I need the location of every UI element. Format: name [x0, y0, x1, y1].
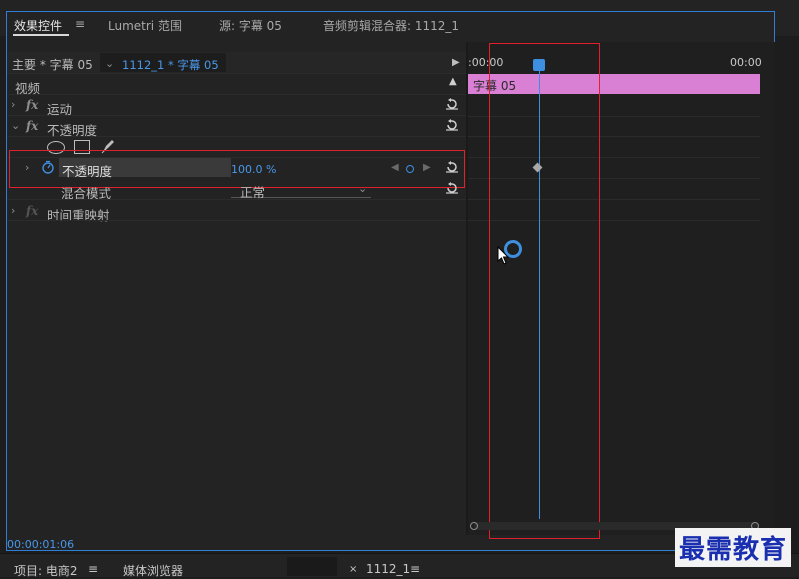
active-tab-indicator — [13, 34, 69, 36]
sequence-clip-label[interactable]: 1112_1 * 字幕 05 — [122, 57, 219, 73]
fx-icon[interactable]: fx — [26, 204, 38, 218]
tab-menu-icon[interactable]: ≡ — [88, 562, 98, 576]
video-section-row — [7, 74, 466, 95]
tab-audio-clip-mixer[interactable]: 音频剪辑混合器: 1112_1 — [323, 17, 459, 34]
opacity-effect-label: 不透明度 — [47, 123, 98, 138]
fx-icon[interactable]: fx — [26, 119, 38, 133]
chevron-right-icon[interactable]: › — [11, 98, 15, 111]
divider — [7, 199, 466, 200]
close-tab-icon[interactable]: × — [349, 564, 357, 575]
time-remap-label: 时间重映射 — [47, 208, 110, 223]
chevron-down-icon[interactable]: ⌄ — [105, 57, 114, 70]
highlight-box-playhead — [489, 43, 600, 539]
zoom-handle-left[interactable] — [470, 522, 478, 530]
master-clip-label[interactable]: 主要 * 字幕 05 — [12, 56, 93, 73]
chevron-down-icon[interactable]: ⌄ — [358, 182, 367, 195]
tab-effect-controls[interactable]: 效果控件 — [14, 17, 62, 34]
reset-icon[interactable] — [445, 182, 459, 194]
tab-separator — [287, 557, 337, 576]
tab-media-browser[interactable]: 媒体浏览器 — [123, 562, 183, 579]
tab-menu-icon[interactable]: ≡ — [410, 562, 420, 576]
tab-project[interactable]: 项目: 电商2 — [14, 562, 78, 579]
reset-icon[interactable] — [445, 119, 459, 131]
watermark-logo: 最需教育 — [674, 528, 791, 567]
divider — [7, 220, 466, 221]
time-ruler-end: 00:00 — [730, 56, 762, 69]
current-timecode[interactable]: 00:00:01:06 — [7, 538, 74, 551]
chevron-right-icon[interactable]: › — [11, 204, 15, 217]
effect-row-motion[interactable] — [7, 95, 466, 116]
scroll-up-arrow-icon[interactable]: ▲ — [449, 76, 457, 87]
tab-sequence[interactable]: 1112_1 — [366, 562, 410, 576]
tab-menu-icon[interactable]: ≡ — [75, 17, 85, 31]
tab-lumetri-scopes[interactable]: Lumetri 范围 — [108, 17, 182, 34]
reset-icon[interactable] — [445, 98, 459, 110]
play-triangle-icon[interactable]: ▶ — [452, 57, 460, 68]
tab-source[interactable]: 源: 字幕 05 — [219, 17, 282, 34]
fx-icon[interactable]: fx — [26, 98, 38, 112]
chevron-down-icon[interactable]: ⌄ — [11, 119, 20, 132]
